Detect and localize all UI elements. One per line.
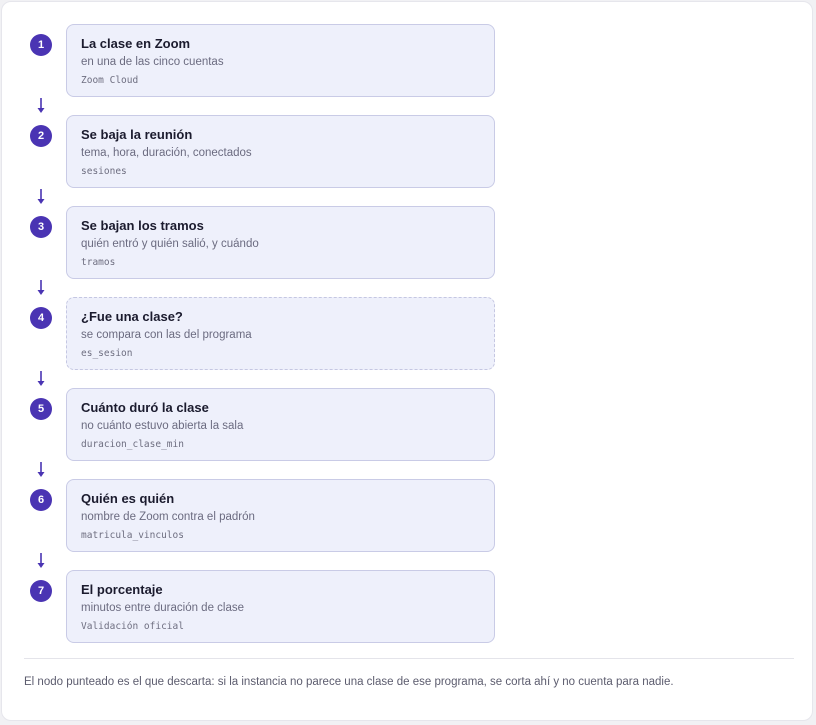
flow-step-4: 4 ¿Fue una clase? se compara con las del… — [2, 297, 812, 371]
diagram-footnote: El nodo punteado es el que descarta: si … — [24, 676, 674, 688]
step-title: El porcentaje — [81, 582, 163, 597]
step-description: se compara con las del programa — [81, 329, 252, 341]
diagram-panel: 1 La clase en Zoom en una de las cinco c… — [1, 1, 813, 721]
step-title: La clase en Zoom — [81, 36, 191, 51]
step-card: Se baja la reunión tema, hora, duración,… — [66, 115, 495, 188]
step-code-label: Validación oficial — [81, 621, 184, 632]
step-title: Se bajan los tramos — [81, 218, 204, 233]
step-card: El porcentaje minutos entre duración de … — [66, 570, 495, 643]
step-title: ¿Fue una clase? — [81, 309, 183, 324]
step-code-label: Zoom Cloud — [81, 75, 139, 86]
step-number-badge: 6 — [30, 489, 52, 511]
step-number-badge: 3 — [30, 216, 52, 238]
step-card: La clase en Zoom en una de las cinco cue… — [66, 24, 495, 97]
step-card: Cuánto duró la clase no cuánto estuvo ab… — [66, 388, 495, 461]
arrow-down-icon — [37, 98, 45, 113]
step-description: no cuánto estuvo abierta la sala — [81, 420, 244, 432]
step-title: Quién es quién — [81, 491, 175, 506]
step-number-badge: 7 — [30, 580, 52, 602]
step-code-label: sesiones — [81, 166, 127, 177]
step-code-label: duracion_clase_min — [81, 439, 184, 450]
step-description: minutos entre duración de clase — [81, 602, 245, 614]
step-title: Cuánto duró la clase — [81, 400, 209, 415]
step-number-badge: 1 — [30, 34, 52, 56]
arrow-down-icon — [37, 189, 45, 204]
step-card: Se bajan los tramos quién entró y quién … — [66, 206, 495, 279]
step-code-label: tramos — [81, 257, 116, 268]
step-card: Quién es quién nombre de Zoom contra el … — [66, 479, 495, 552]
step-number-badge: 4 — [30, 307, 52, 329]
step-code-label: es_sesion — [81, 348, 133, 359]
arrow-down-icon — [37, 553, 45, 568]
step-description: quién entró y quién salió, y cuándo — [81, 238, 259, 250]
flow-step-2: 2 Se baja la reunión tema, hora, duració… — [2, 115, 812, 189]
flow-step-3: 3 Se bajan los tramos quién entró y quié… — [2, 206, 812, 280]
flow-step-1: 1 La clase en Zoom en una de las cinco c… — [2, 24, 812, 98]
step-description: nombre de Zoom contra el padrón — [81, 511, 255, 523]
step-code-label: matricula_vinculos — [81, 530, 184, 541]
arrow-down-icon — [37, 280, 45, 295]
step-description: tema, hora, duración, conectados — [81, 147, 252, 159]
footer-divider — [24, 658, 794, 659]
flow-step-7: 7 El porcentaje minutos entre duración d… — [2, 570, 812, 644]
step-number-badge: 5 — [30, 398, 52, 420]
arrow-down-icon — [37, 462, 45, 477]
step-description: en una de las cinco cuentas — [81, 56, 224, 68]
arrow-down-icon — [37, 371, 45, 386]
flow-step-5: 5 Cuánto duró la clase no cuánto estuvo … — [2, 388, 812, 462]
step-card-dashed: ¿Fue una clase? se compara con las del p… — [66, 297, 495, 370]
step-title: Se baja la reunión — [81, 127, 193, 142]
step-number-badge: 2 — [30, 125, 52, 147]
flow-step-6: 6 Quién es quién nombre de Zoom contra e… — [2, 479, 812, 553]
